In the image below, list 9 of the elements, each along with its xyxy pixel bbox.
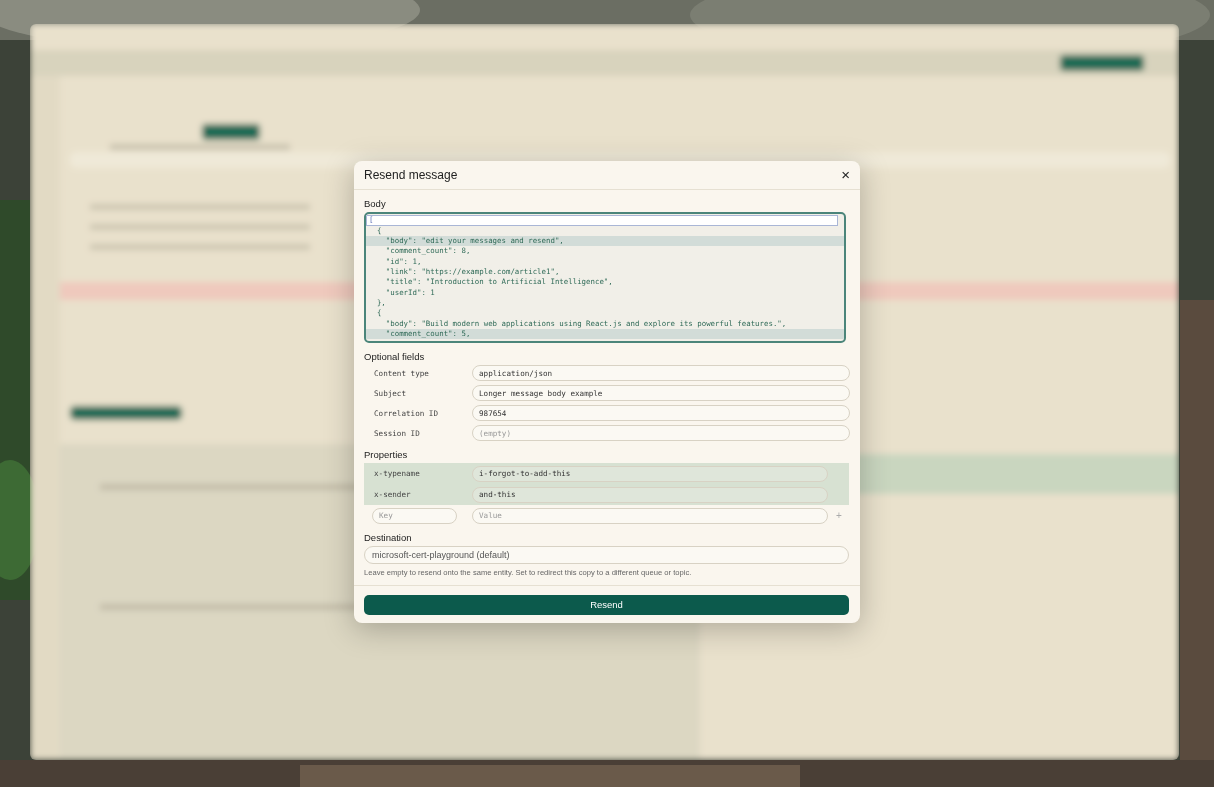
resend-button[interactable]: Resend [364, 594, 849, 615]
section-label: Destination [364, 532, 412, 544]
code-editor[interactable] [364, 212, 846, 344]
dialog-title: Resend message [364, 168, 458, 183]
section-label: Properties [364, 449, 408, 461]
destination-field[interactable]: microsoft-cert-playground (default) [364, 546, 849, 565]
section-label: Body [364, 198, 386, 210]
close-button[interactable]: × [837, 168, 850, 183]
section-label: Optional fields [364, 351, 425, 363]
